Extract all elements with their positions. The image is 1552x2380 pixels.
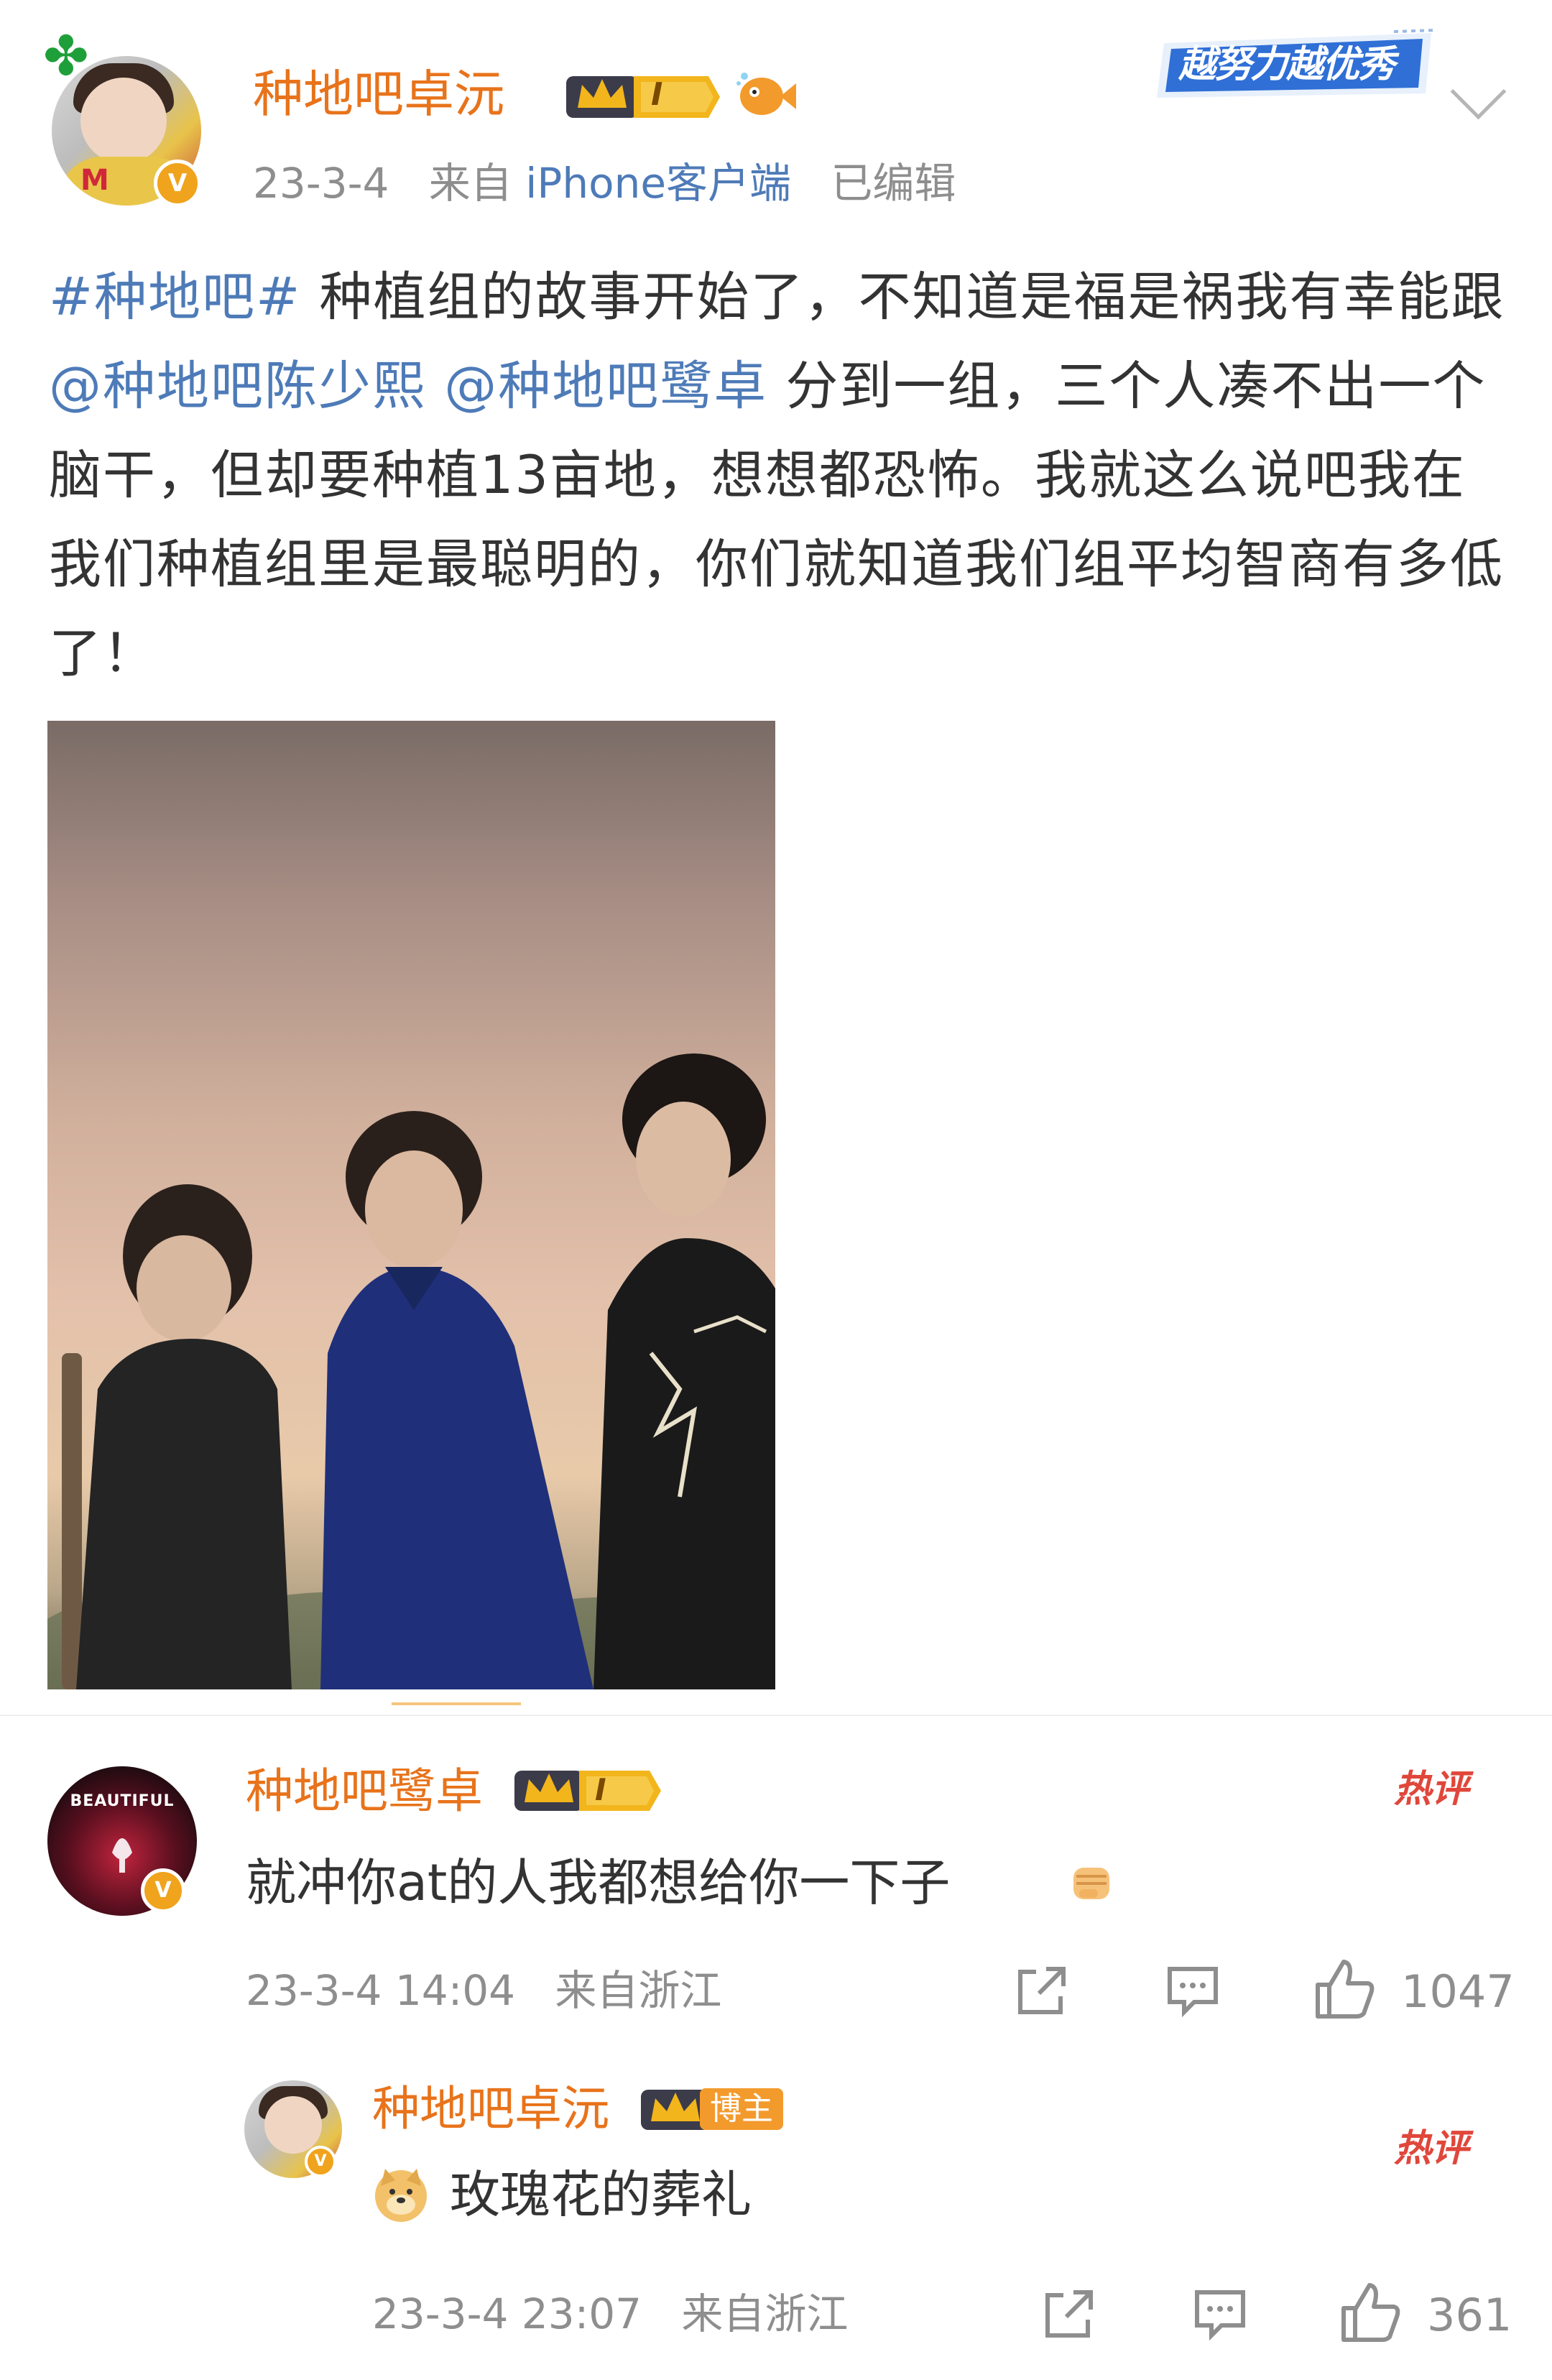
comment-location: 来自浙江 <box>555 1966 722 2015</box>
reply-location: 来自浙江 <box>681 2289 849 2338</box>
comment-icon[interactable] <box>1165 1963 1220 2018</box>
mention-link-2[interactable]: @种地吧鹭卓 <box>444 356 767 417</box>
clover-icon: ✤ <box>43 24 89 88</box>
thumbs-up-icon[interactable] <box>1338 2279 1403 2344</box>
comment-icon[interactable] <box>1193 2287 1247 2341</box>
photo-three-people <box>47 1053 775 1689</box>
fish-icon <box>736 73 796 115</box>
post-meta: 23-3-4 来自 iPhone客户端 已编辑 <box>253 154 956 212</box>
rank-badge-level: I <box>651 76 663 113</box>
like-count: 1047 <box>1401 1965 1515 2018</box>
post-body: #种地吧# 种植组的故事开始了，不知道是福是祸我有幸能跟 @种地吧陈少熙 @种地吧… <box>49 253 1515 698</box>
post-source[interactable]: iPhone客户端 <box>525 159 791 208</box>
reply-meta: 23-3-4 23:07 来自浙江 <box>372 2285 848 2343</box>
comment-text-body: 就冲你at的人我都想给你一下子 <box>246 1853 951 1912</box>
host-tag-wrap: 博主 <box>700 2088 783 2130</box>
rank-badge <box>566 76 720 118</box>
thumbs-up-icon[interactable] <box>1312 1956 1377 2021</box>
post-edited-label: 已编辑 <box>831 159 956 208</box>
mention-link-1[interactable]: @种地吧陈少熙 <box>49 356 426 417</box>
post-date: 23-3-4 <box>253 159 389 208</box>
comment-author[interactable]: 种地吧鹭卓 <box>246 1759 483 1824</box>
like-count: 361 <box>1427 2289 1512 2341</box>
host-tag: 博主 <box>700 2088 783 2130</box>
verified-v-icon: V <box>154 160 201 207</box>
promo-badge[interactable]: 越努力越优秀 <box>1150 29 1437 101</box>
topic-link[interactable]: #种地吧# <box>49 267 301 328</box>
post-text-1: 种植组的故事开始了，不知道是福是祸我有幸能跟 <box>301 267 1505 328</box>
verified-v-icon: V <box>305 2146 336 2177</box>
comment-time: 23-3-4 14:04 <box>246 1966 516 2015</box>
post-photo[interactable] <box>47 721 775 1689</box>
promo-badge-label: 越努力越优秀 <box>1178 43 1395 86</box>
chevron-down-icon[interactable] <box>1450 63 1507 120</box>
comment-text: 就冲你at的人我都想给你一下子 <box>246 1847 950 1919</box>
fist-emoji <box>1073 1868 1109 1899</box>
comment-meta: 23-3-4 14:04 来自浙江 <box>246 1962 721 2019</box>
reply-time: 23-3-4 23:07 <box>372 2289 642 2338</box>
share-icon[interactable] <box>1042 2287 1096 2341</box>
author-name[interactable]: 种地吧卓沅 <box>253 62 504 126</box>
rank-badge <box>514 1771 661 1811</box>
photo-indicator <box>392 1702 521 1705</box>
post-from-label: 来自 <box>428 159 512 208</box>
verified-v-icon: V <box>141 1868 185 1913</box>
post-text-2 <box>426 356 444 417</box>
comments-divider <box>0 1715 1552 1716</box>
share-icon[interactable] <box>1015 1963 1069 2018</box>
rank-badge-level: I <box>595 1772 606 1807</box>
hot-comment-label: 热评 <box>1394 1768 1469 1811</box>
doge-emoji <box>375 2169 427 2222</box>
reply-author[interactable]: 种地吧卓沅 <box>372 2077 609 2141</box>
hot-comment-label: 热评 <box>1394 2127 1469 2170</box>
reply-text: 玫瑰花的葬礼 <box>450 2165 752 2224</box>
